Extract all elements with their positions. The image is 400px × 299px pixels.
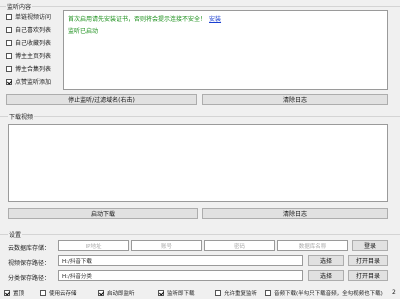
opt-monitor-download[interactable]: 监听即下载 — [158, 289, 195, 297]
option-blogger-collection[interactable]: 博主合集列表 — [6, 64, 51, 73]
opt-audio-download[interactable]: 音频下载(半勾只下载音频，全勾视频也下载) — [265, 289, 383, 297]
option-my-likes[interactable]: 自己喜欢列表 — [6, 25, 51, 34]
cloud-dbname-input[interactable]: 数据库名称 — [277, 240, 348, 251]
option-my-favorites-label: 自己收藏列表 — [15, 40, 52, 47]
opt-allow-repeat-label: 允许重复监听 — [224, 291, 258, 297]
monitor-log-box[interactable]: 首次启用请先安装证书，否则将会提示连接不安全！ 安装 监听已启动 — [63, 10, 388, 90]
login-button[interactable]: 登录 — [352, 240, 388, 251]
video-path-select-button[interactable]: 选择 — [308, 255, 344, 266]
download-log-box[interactable] — [8, 124, 388, 202]
stop-monitor-button[interactable]: 停止监听/过滤域名(右击) — [6, 94, 197, 105]
install-cert-link[interactable]: 安装 — [209, 16, 221, 23]
opt-audio-download-checkbox[interactable] — [265, 290, 271, 296]
option-blogger-collection-label: 博主合集列表 — [15, 66, 52, 73]
cloud-storage-label: 云数据库存储： — [8, 245, 51, 252]
opt-cloud-storage[interactable]: 使用云存储 — [40, 289, 77, 297]
opt-auto-monitor[interactable]: 启动即监听 — [98, 289, 135, 297]
option-blogger-home-checkbox[interactable] — [6, 52, 12, 59]
opt-audio-download-label: 音频下载(半勾只下载音频，全勾视频也下载) — [274, 291, 383, 297]
cloud-ip-input[interactable]: IP地址 — [58, 240, 129, 251]
cloud-password-input[interactable]: 密码 — [204, 240, 275, 251]
monitor-status-line: 监听已启动 — [68, 28, 99, 35]
option-my-favorites[interactable]: 自己收藏列表 — [6, 38, 51, 47]
opt-allow-repeat-checkbox[interactable] — [215, 290, 221, 296]
option-like-monitor[interactable]: 点赞监听添加 — [6, 77, 51, 86]
opt-auto-monitor-label: 启动即监听 — [107, 291, 135, 297]
monitor-log-text: 首次启用请先安装证书，否则将会提示连接不安全！ — [68, 16, 207, 23]
split-path-select-button[interactable]: 选择 — [308, 270, 344, 281]
split-path-input[interactable]: H:/抖音分类 — [58, 270, 303, 281]
opt-pin-top[interactable]: 置顶 — [4, 289, 24, 297]
option-single-video-checkbox[interactable] — [6, 13, 12, 20]
option-blogger-home[interactable]: 博主主页列表 — [6, 51, 51, 60]
clear-download-log-button[interactable]: 清除日志 — [202, 208, 388, 219]
monitor-log-line: 首次启用请先安装证书，否则将会提示连接不安全！ 安装 — [68, 14, 221, 23]
option-single-video[interactable]: 单链视频访问 — [6, 12, 51, 21]
opt-pin-top-checkbox[interactable] — [4, 290, 10, 296]
opt-cloud-storage-label: 使用云存储 — [49, 291, 77, 297]
split-open-dir-button[interactable]: 打开目录 — [348, 270, 388, 281]
settings-section-title: 设置 — [8, 230, 23, 239]
opt-auto-monitor-checkbox[interactable] — [98, 290, 104, 296]
opt-allow-repeat[interactable]: 允许重复监听 — [215, 289, 257, 297]
monitor-section-title: 监听内容 — [6, 2, 33, 11]
clear-monitor-log-button[interactable]: 清除日志 — [202, 94, 388, 105]
split-path-label: 分类保存路径： — [8, 275, 51, 282]
bottom-corner-text: 2 — [392, 289, 396, 296]
opt-monitor-download-checkbox[interactable] — [158, 290, 164, 296]
option-blogger-home-label: 博主主页列表 — [15, 53, 52, 60]
option-blogger-collection-checkbox[interactable] — [6, 65, 12, 72]
opt-monitor-download-label: 监听即下载 — [167, 291, 195, 297]
option-my-favorites-checkbox[interactable] — [6, 39, 12, 46]
option-my-likes-label: 自己喜欢列表 — [15, 27, 52, 34]
option-like-monitor-checkbox[interactable] — [6, 78, 12, 85]
video-open-dir-button[interactable]: 打开目录 — [348, 255, 388, 266]
option-like-monitor-label: 点赞监听添加 — [15, 79, 52, 86]
start-download-button[interactable]: 启动下载 — [8, 208, 198, 219]
cloud-account-input[interactable]: 账号 — [131, 240, 202, 251]
video-path-label: 视频保存路径： — [8, 260, 51, 267]
opt-pin-top-label: 置顶 — [13, 291, 25, 297]
video-path-input[interactable]: H:/抖音下载 — [58, 255, 303, 266]
opt-cloud-storage-checkbox[interactable] — [40, 290, 46, 296]
download-section-title: 下载视频 — [8, 112, 35, 121]
option-single-video-label: 单链视频访问 — [15, 14, 52, 21]
option-my-likes-checkbox[interactable] — [6, 26, 12, 33]
